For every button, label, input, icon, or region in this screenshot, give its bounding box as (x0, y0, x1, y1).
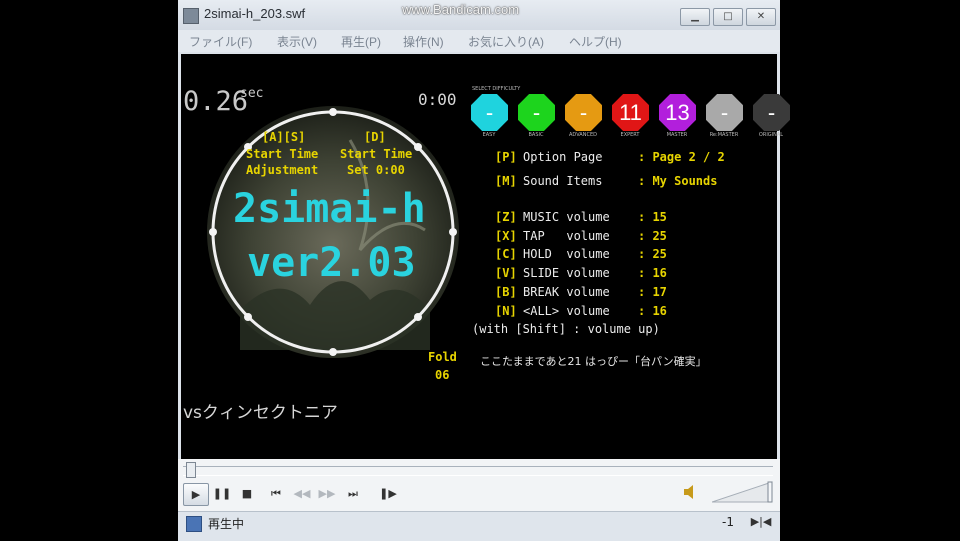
expand-icon: ▶|◀ (750, 515, 772, 528)
minimize-icon: ▁ (691, 11, 699, 22)
option-value: : 16 (638, 303, 667, 318)
fast-forward-icon: ▶▶ (318, 487, 336, 500)
timer-unit: sec (240, 86, 264, 101)
difficulty-label: ADVANCED (569, 132, 597, 138)
close-button[interactable]: ✕ (746, 8, 776, 26)
option-value: : 15 (638, 210, 667, 224)
option-value: : 25 (638, 247, 667, 262)
minimize-button[interactable]: ▁ (680, 8, 710, 26)
start-line2: Set 0:00 (347, 163, 405, 177)
difficulty-label: EXPERT (620, 132, 640, 138)
pause-button[interactable]: ❚❚ (210, 483, 234, 504)
seek-handle[interactable] (186, 462, 196, 478)
option-label: HOLD volume (523, 247, 610, 262)
select-difficulty-label: SELECT DIFFICULTY (472, 86, 521, 92)
menu-play[interactable]: 再生(P) (341, 33, 381, 50)
option-value: : My Sounds (638, 174, 718, 188)
menu-help[interactable]: ヘルプ(H) (569, 33, 622, 50)
close-icon: ✕ (756, 11, 766, 22)
skip-next-icon: ⏭ (348, 487, 358, 500)
option-value: : 17 (638, 284, 667, 299)
next-button[interactable]: ⏭ (341, 483, 365, 504)
option-label: Sound Items (523, 174, 603, 188)
stop-icon: ■ (241, 487, 253, 500)
pause-icon: ❚❚ (212, 487, 232, 500)
option-key: [M] (495, 174, 517, 188)
shift-hint: (with [Shift] : volume up) (472, 322, 660, 336)
volume-button[interactable] (684, 484, 698, 500)
playback-status-icon (186, 516, 202, 532)
status-bar (178, 511, 780, 541)
jacket-ring (207, 106, 459, 358)
option-key: [Z] (495, 210, 517, 224)
game-version: ver2.03 (247, 240, 416, 286)
start-key: [D] (364, 130, 386, 144)
difficulty-label: EASY (482, 132, 496, 138)
volume-handle[interactable] (767, 481, 773, 503)
option-value: : 16 (638, 266, 667, 281)
option-key: [X] (495, 228, 517, 243)
app-icon (183, 8, 199, 24)
previous-button[interactable]: ⏮ (264, 483, 288, 504)
skip-previous-icon: ⏮ (271, 487, 281, 500)
fold-label: Fold (428, 350, 457, 364)
volume-slider[interactable] (712, 480, 774, 504)
play-icon: ▶ (191, 488, 201, 501)
option-key: [C] (495, 247, 517, 262)
difficulty-label: MASTER (666, 132, 688, 138)
option-key: [P] (495, 150, 517, 164)
option-label: SLIDE volume (523, 266, 610, 281)
menu-file[interactable]: ファイル(F) (189, 33, 252, 50)
playback-status: 再生中 (208, 517, 245, 531)
difficulty-label: ORIGINAL (758, 132, 784, 138)
rewind-icon: ◀◀ (293, 487, 311, 500)
fast-forward-button[interactable]: ▶▶ (315, 483, 339, 504)
option-value: : Page 2 / 2 (638, 150, 725, 164)
fold-value: 06 (435, 368, 450, 382)
versus-label: vsクィンセクトニア (183, 403, 338, 423)
recorder-watermark: www.Bandicam.com (402, 2, 520, 17)
option-label: BREAK volume (523, 284, 610, 299)
menu-view[interactable]: 表示(V) (277, 33, 317, 50)
maximize-button[interactable]: □ (713, 8, 743, 26)
start-line1: Start Time (340, 147, 413, 161)
menu-favorites[interactable]: お気に入り(A) (468, 33, 544, 50)
adjust-key: [A][S] (262, 130, 306, 144)
maximize-icon: □ (723, 11, 733, 22)
difficulty-label: Re:MASTER (709, 132, 739, 138)
option-label: MUSIC volume (523, 210, 610, 224)
game-title: 2simai-h (233, 186, 426, 232)
rewind-button[interactable]: ◀◀ (290, 483, 314, 504)
frame-counter: -1 (722, 515, 734, 529)
option-value: : 25 (638, 228, 667, 243)
play-button[interactable]: ▶ (183, 483, 209, 506)
seek-bar[interactable] (183, 466, 773, 476)
option-label: <ALL> volume (523, 303, 610, 318)
stop-button[interactable]: ■ (235, 483, 259, 504)
comment-text: ここたままであと21 はっぴー「台パン確実」 (480, 355, 707, 368)
status-toggle-button[interactable]: ▶|◀ (750, 514, 772, 530)
option-key: [B] (495, 284, 517, 299)
adjust-line2: Adjustment (246, 163, 319, 177)
option-label: Option Page (523, 150, 603, 164)
step-frame-button[interactable]: ❚▶ (376, 483, 400, 504)
difficulty-label: BASIC (528, 132, 544, 138)
step-frame-icon: ❚▶ (379, 487, 397, 500)
option-key: [N] (495, 303, 517, 318)
option-key: [V] (495, 266, 517, 281)
window-title: 2simai-h_203.swf (204, 6, 306, 21)
option-label: TAP volume (523, 228, 610, 243)
menu-operation[interactable]: 操作(N) (403, 33, 444, 50)
speaker-icon (684, 485, 693, 499)
adjust-line1: Start Time (246, 147, 319, 161)
